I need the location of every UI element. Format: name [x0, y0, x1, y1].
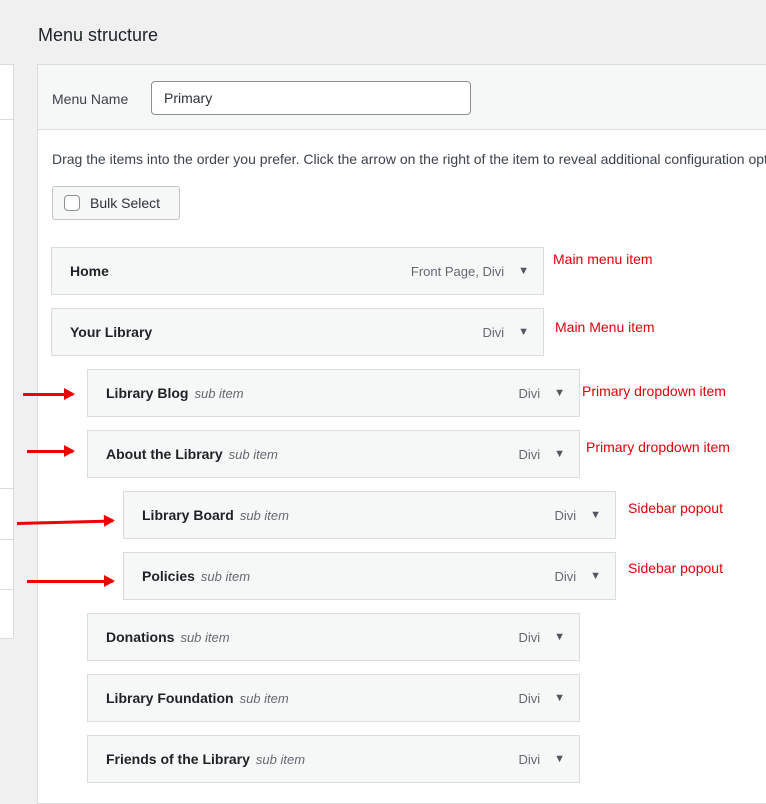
bulk-select-checkbox[interactable] [64, 195, 80, 211]
annotation-note: Sidebar popout [628, 560, 723, 576]
menu-item-type: Front Page, Divi [410, 263, 505, 279]
menu-item-type: Divi [554, 507, 577, 523]
expand-arrow-icon[interactable]: ▼ [590, 509, 601, 521]
menu-item-title: Donations [106, 629, 175, 645]
menu-item-title: About the Library [106, 446, 223, 462]
expand-arrow-icon[interactable]: ▼ [554, 448, 565, 460]
left-panel-divider [0, 539, 13, 540]
annotation-arrow-icon [23, 388, 75, 400]
expand-arrow-icon[interactable]: ▼ [554, 387, 565, 399]
menu-item-type: Divi [518, 629, 541, 645]
menu-item-sub-label: sub item [194, 385, 244, 401]
menu-item-type: Divi [554, 568, 577, 584]
bulk-select-button[interactable]: Bulk Select [52, 186, 180, 220]
annotation-note: Sidebar popout [628, 500, 723, 516]
menu-item-sub-label: sub item [239, 507, 289, 523]
annotation-note: Primary dropdown item [586, 439, 730, 455]
menu-item-title: Policies [142, 568, 195, 584]
expand-arrow-icon[interactable]: ▼ [554, 692, 565, 704]
menu-item[interactable]: Library Foundation sub item Divi ▼ [87, 674, 580, 722]
left-panel-divider [0, 488, 13, 489]
menu-item[interactable]: Friends of the Library sub item Divi ▼ [87, 735, 580, 783]
annotation-note: Primary dropdown item [582, 383, 726, 399]
menu-item-sub-label: sub item [255, 751, 306, 767]
menu-structure-heading: Menu structure [38, 25, 159, 45]
menu-item-sub-label: sub item [200, 568, 251, 584]
expand-arrow-icon[interactable]: ▼ [518, 265, 529, 277]
left-panel-divider [0, 589, 13, 590]
annotation-note: Main Menu item [555, 319, 655, 335]
menu-name-bar: Menu Name [38, 65, 766, 130]
menu-item[interactable]: Policies sub item Divi ▼ [123, 552, 616, 600]
expand-arrow-icon[interactable]: ▼ [554, 753, 565, 765]
left-panel-edge [0, 64, 14, 639]
expand-arrow-icon[interactable]: ▼ [518, 326, 529, 338]
menu-item-title: Friends of the Library [106, 751, 250, 767]
drag-instructions: Drag the items into the order you prefer… [52, 151, 766, 167]
menu-item[interactable]: Library Blog sub item Divi ▼ [87, 369, 580, 417]
expand-arrow-icon[interactable]: ▼ [554, 631, 565, 643]
menu-item-sub-label: sub item [180, 629, 230, 645]
annotation-note: Main menu item [553, 251, 653, 267]
left-panel-divider [0, 119, 13, 120]
menu-item-title: Library Board [142, 507, 234, 523]
menu-item-type: Divi [518, 751, 541, 767]
menu-item-type: Divi [518, 385, 541, 401]
menu-item-sub-label: sub item [239, 690, 289, 706]
menu-item[interactable]: About the Library sub item Divi ▼ [87, 430, 580, 478]
menu-name-input[interactable] [151, 81, 471, 115]
menu-item[interactable]: Library Board sub item Divi ▼ [123, 491, 616, 539]
menu-item-title: Library Blog [106, 385, 189, 401]
menu-item[interactable]: Your Library Divi ▼ [51, 308, 544, 356]
menu-item-type: Divi [518, 690, 541, 706]
menu-item-type: Divi [482, 324, 505, 340]
menu-item-title: Home [70, 263, 109, 279]
menu-item-title: Your Library [70, 324, 153, 340]
menu-name-label: Menu Name [52, 91, 129, 107]
expand-arrow-icon[interactable]: ▼ [590, 570, 601, 582]
menu-item-sub-label: sub item [228, 446, 278, 462]
bulk-select-label: Bulk Select [90, 195, 161, 211]
menu-item-title: Library Foundation [106, 690, 234, 706]
annotation-arrow-icon [27, 445, 75, 457]
menu-item-type: Divi [518, 446, 541, 462]
menu-item[interactable]: Donations sub item Divi ▼ [87, 613, 580, 661]
annotation-arrow-icon [27, 575, 115, 587]
menu-item[interactable]: Home Front Page, Divi ▼ [51, 247, 544, 295]
